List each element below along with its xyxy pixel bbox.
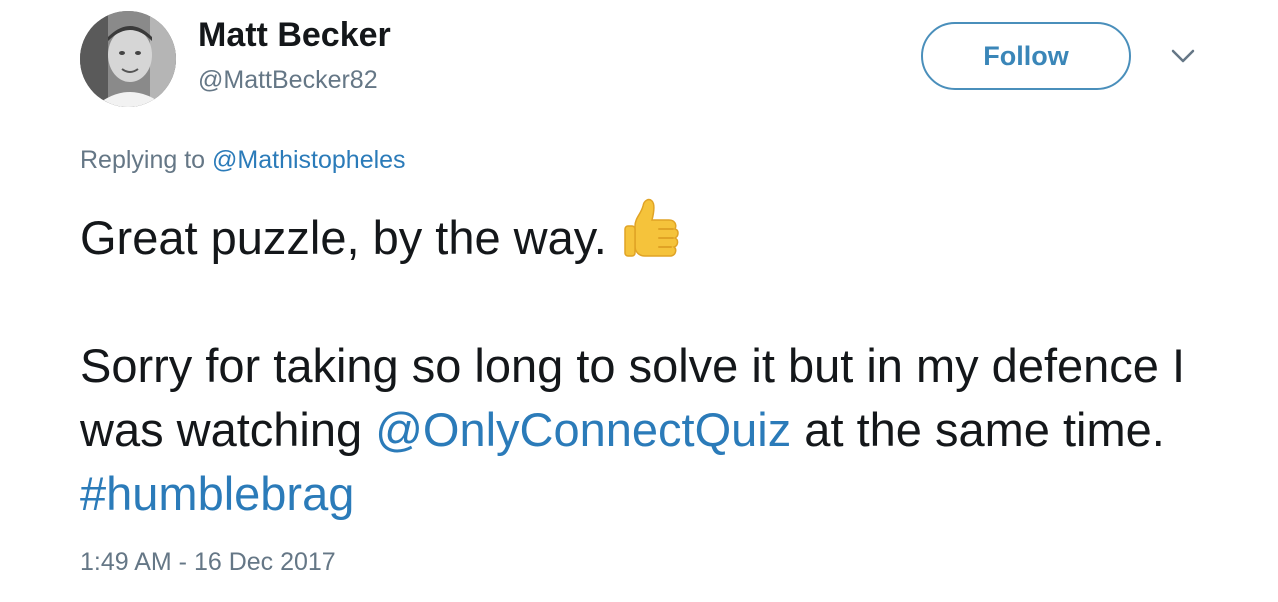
replying-to: Replying to @Mathistopheles bbox=[80, 146, 406, 175]
hashtag-link[interactable]: #humblebrag bbox=[80, 467, 354, 520]
replying-prefix: Replying to bbox=[80, 146, 213, 174]
follow-button[interactable]: Follow bbox=[921, 22, 1131, 90]
tweet-timestamp[interactable]: 1:49 AM - 16 Dec 2017 bbox=[80, 548, 336, 577]
thumbs-up-icon bbox=[624, 198, 679, 257]
tweet-line-2-after: at the same time. bbox=[791, 403, 1165, 456]
tweet-text: Great puzzle, by the way. Sorry for taki… bbox=[80, 196, 1230, 526]
reply-mention-link[interactable]: @Mathistopheles bbox=[212, 146, 406, 174]
display-name[interactable]: Matt Becker bbox=[198, 16, 391, 55]
tweet-line-1: Great puzzle, by the way. bbox=[80, 196, 1230, 270]
avatar[interactable] bbox=[80, 11, 176, 107]
user-handle[interactable]: @MattBecker82 bbox=[198, 66, 378, 95]
tweet-card: Matt Becker @MattBecker82 Follow Replyin… bbox=[0, 0, 1278, 602]
chevron-down-icon[interactable] bbox=[1168, 44, 1198, 68]
tweet-line-1-text: Great puzzle, by the way. bbox=[80, 211, 607, 264]
avatar-photo bbox=[80, 11, 176, 107]
mention-link[interactable]: @OnlyConnectQuiz bbox=[375, 403, 791, 456]
tweet-line-2: Sorry for taking so long to solve it but… bbox=[80, 334, 1230, 526]
